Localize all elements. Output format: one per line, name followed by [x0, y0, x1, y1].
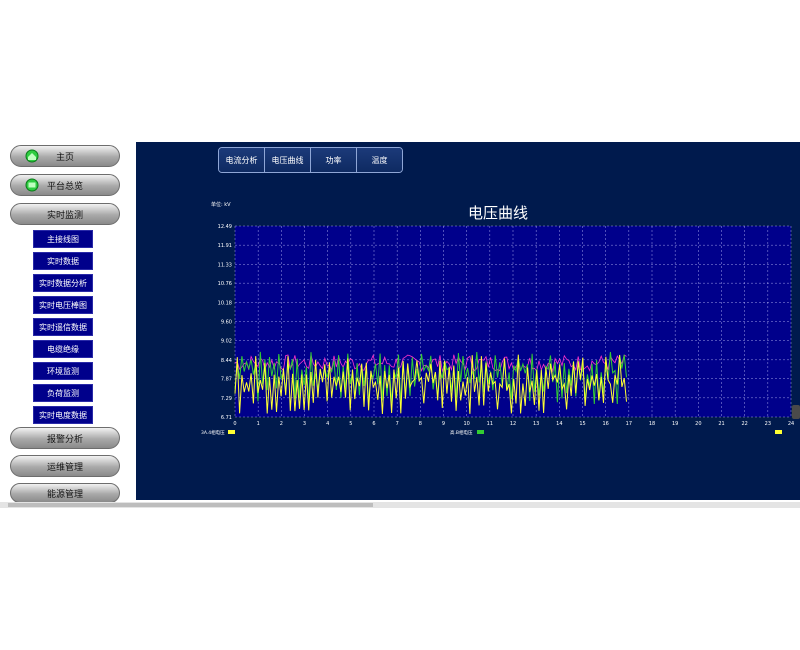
nav-realtime-button[interactable]: 实时监测 [10, 203, 120, 225]
x-tick-label: 12 [510, 421, 516, 427]
nav-energy-button[interactable]: 能源管理 [10, 483, 120, 503]
x-tick-label: 17 [626, 421, 632, 427]
sub-item-label: 实时电压棒图 [39, 300, 87, 310]
y-tick-label: 10.76 [218, 281, 232, 287]
nav-home-label: 主页 [55, 152, 74, 163]
nav-alarm-label: 报警分析 [46, 434, 83, 445]
y-tick-label: 7.29 [221, 396, 232, 402]
x-tick-label: 6 [372, 421, 375, 427]
sub-item-label: 主接线图 [47, 234, 79, 244]
x-tick-label: 11 [487, 421, 493, 427]
legend-swatch [228, 430, 235, 434]
main-panel: 电流分析 电压曲线 功率 温度 电压曲线 单位: kV 6.71 7.29 7.87… [136, 142, 800, 500]
x-tick-label: 10 [463, 421, 469, 427]
horizontal-scrollbar[interactable] [0, 502, 800, 508]
sub-item-environment[interactable]: 环境监测 [33, 362, 93, 380]
x-tick-label: 9 [442, 421, 445, 427]
home-icon [25, 149, 39, 163]
x-tick-label: 14 [556, 421, 562, 427]
overview-icon [25, 178, 39, 192]
legend-swatch [775, 430, 782, 434]
x-tick-label: 21 [718, 421, 724, 427]
nav-maintenance-button[interactable]: 运维管理 [10, 455, 120, 477]
sub-item-data-analysis[interactable]: 实时数据分析 [33, 274, 93, 292]
sidebar: 主页 平台总览 实时监测 主接线图 实时数据 实时数据分析 实时电压棒图 实时遥… [0, 140, 132, 503]
x-tick-label: 3 [303, 421, 306, 427]
sub-item-label: 实时数据 [47, 256, 79, 266]
x-tick-label: 4 [326, 421, 329, 427]
legend-label: 高.B相电压 [450, 429, 473, 436]
x-tick-label: 1 [257, 421, 260, 427]
right-handle[interactable] [792, 405, 800, 419]
nav-overview-label: 平台总览 [46, 181, 83, 192]
x-tick-label: 18 [649, 421, 655, 427]
sub-item-label: 电缆绝缘 [47, 344, 79, 354]
y-axis-ticks: 6.71 7.29 7.87 8.44 9.02 9.60 10.18 10.76 11.33 1… [218, 224, 232, 421]
x-axis-ticks: 0 1 2 3 4 5 6 7 8 9 10 11 12 13 14 15 16 17 18 19 20 21 22 23 24 [233, 421, 794, 427]
y-tick-label: 8.44 [221, 358, 232, 364]
y-tick-label: 11.33 [218, 262, 232, 268]
sub-item-label: 负荷监测 [47, 388, 79, 398]
x-tick-label: 22 [741, 421, 747, 427]
sub-item-label: 实时遥信数据 [39, 322, 87, 332]
y-tick-label: 9.02 [221, 339, 232, 345]
x-tick-label: 19 [672, 421, 678, 427]
sub-item-label: 环境监测 [47, 366, 79, 376]
sub-item-label: 实时电度数据 [39, 410, 87, 420]
y-tick-label: 9.60 [221, 320, 232, 326]
y-tick-label: 12.49 [218, 224, 232, 230]
sub-item-label: 实时数据分析 [39, 278, 87, 288]
sub-item-load[interactable]: 负荷监测 [33, 384, 93, 402]
sub-item-telesignal[interactable]: 实时遥信数据 [33, 318, 93, 336]
sub-item-voltage-bar[interactable]: 实时电压棒图 [33, 296, 93, 314]
sub-item-realtime-data[interactable]: 实时数据 [33, 252, 93, 270]
nav-home-button[interactable]: 主页 [10, 145, 120, 167]
x-tick-label: 5 [349, 421, 352, 427]
unit-label: 单位: kV [211, 201, 231, 208]
legend: 3A.4相电压 高.B相电压 [201, 429, 782, 436]
nav-realtime-label: 实时监测 [46, 210, 83, 221]
nav-maintenance-label: 运维管理 [46, 462, 83, 473]
x-tick-label: 20 [695, 421, 701, 427]
x-tick-label: 7 [396, 421, 399, 427]
x-tick-label: 0 [233, 421, 236, 427]
chart-title: 电压曲线 [468, 204, 528, 222]
scrollbar-thumb[interactable] [8, 503, 373, 507]
x-tick-label: 13 [533, 421, 539, 427]
nav-alarm-button[interactable]: 报警分析 [10, 427, 120, 449]
nav-energy-label: 能源管理 [46, 489, 83, 500]
x-tick-label: 8 [419, 421, 422, 427]
nav-overview-button[interactable]: 平台总览 [10, 174, 120, 196]
sub-item-cable-insulation[interactable]: 电缆绝缘 [33, 340, 93, 358]
legend-swatch [477, 430, 484, 434]
y-tick-label: 11.91 [218, 243, 232, 249]
x-tick-label: 23 [765, 421, 771, 427]
voltage-chart: 电压曲线 单位: kV 6.71 7.29 7.87 8.44 9.02 9.60 10.1… [201, 201, 794, 436]
x-tick-label: 2 [280, 421, 283, 427]
legend-label: 3A.4相电压 [201, 429, 225, 436]
x-tick-label: 15 [579, 421, 585, 427]
y-tick-label: 10.18 [218, 300, 232, 306]
y-tick-label: 6.71 [221, 415, 232, 421]
y-tick-label: 7.87 [221, 377, 232, 383]
sub-item-energy-data[interactable]: 实时电度数据 [33, 406, 93, 424]
sub-item-wiring[interactable]: 主接线图 [33, 230, 93, 248]
x-tick-label: 16 [602, 421, 608, 427]
x-tick-label: 24 [788, 421, 794, 427]
